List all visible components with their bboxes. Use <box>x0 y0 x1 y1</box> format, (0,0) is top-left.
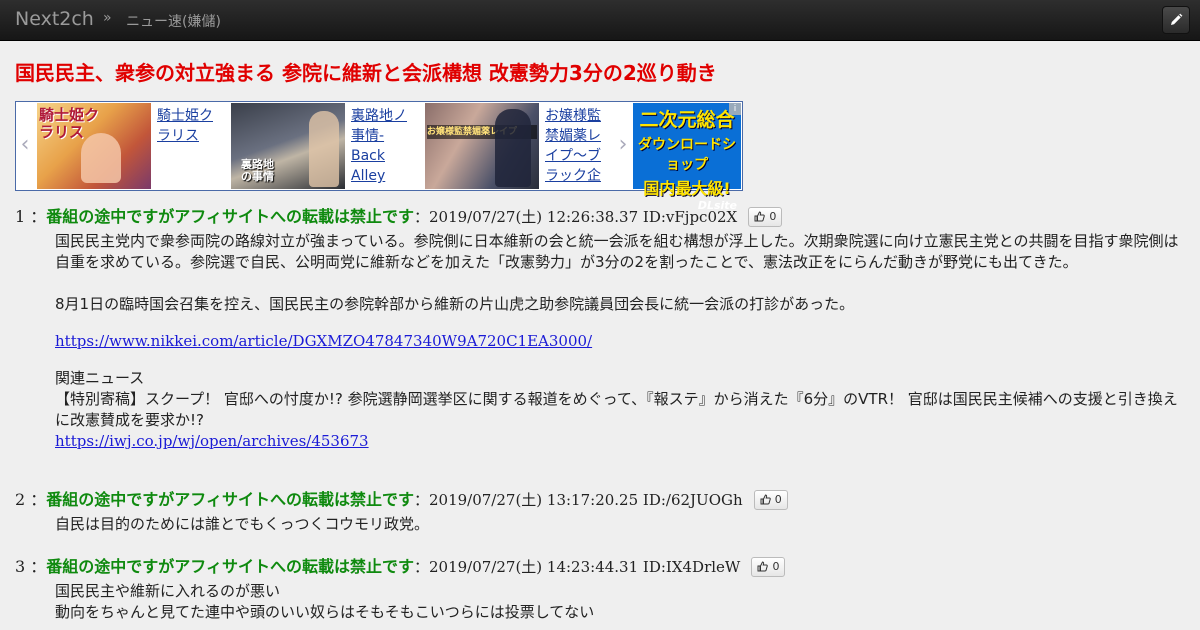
post-author: 番組の途中ですがアフィサイトへの転載は禁止です <box>46 207 414 226</box>
ad-thumbnail-2[interactable]: 裏路地の事情 <box>231 103 345 189</box>
chevron-right-icon[interactable]: › <box>616 132 630 158</box>
source-link[interactable]: https://www.nikkei.com/article/DGXMZO478… <box>55 332 592 350</box>
like-button[interactable]: 0 <box>753 490 788 510</box>
post-header: 1 ：番組の途中ですがアフィサイトへの転載は禁止です：2019/07/27(土)… <box>15 206 783 228</box>
post-author: 番組の途中ですがアフィサイトへの転載は禁止です <box>46 557 414 576</box>
ad-carousel: ‹ 騎士姫クラリス 騎士姫クラリス 裏路地の事情 裏路地ノ事情-Back All… <box>15 101 743 212</box>
dlsite-banner[interactable]: 二次元総合 ダウンロードショップ 国内最大級! DLsite <box>633 103 741 212</box>
related-news-text: 【特別寄稿】スクープ！ 官邸への忖度か!? 参院選静岡選挙区に関する報道をめぐっ… <box>55 390 1178 429</box>
related-news-label: 関連ニュース <box>55 369 145 387</box>
post-header: 3 ：番組の途中ですがアフィサイトへの転載は禁止です：2019/07/27(土)… <box>15 556 786 578</box>
ad-link-2[interactable]: 裏路地ノ事情-Back Alley Tales <box>351 106 415 188</box>
post-paragraph: 8月1日の臨時国会召集を控え、国民民主の参院幹部から維新の片山虎之助参院議員団会… <box>55 295 855 313</box>
post-line: 国民民主や維新に入れるのが悪い <box>55 582 281 600</box>
ad-thumbnail-3[interactable]: お嬢様監禁媚薬レイプ <box>425 103 539 189</box>
edit-button[interactable] <box>1162 6 1190 34</box>
related-link[interactable]: https://iwj.co.jp/wj/open/archives/45367… <box>55 432 369 450</box>
post-number: 1 <box>15 207 26 226</box>
post-paragraph: 国民民主党内で衆参両院の路線対立が強まっている。参院側に日本維新の会と統一会派を… <box>55 232 1179 271</box>
thumbs-up-icon <box>757 561 769 572</box>
like-button[interactable]: 0 <box>751 557 786 577</box>
like-count: 0 <box>774 493 782 506</box>
post-body: 国民民主党内で衆参両院の路線対立が強まっている。参院側に日本維新の会と統一会派を… <box>55 231 1180 452</box>
thumbs-up-icon <box>754 211 766 222</box>
post-header: 2 ：番組の途中ですがアフィサイトへの転載は禁止です：2019/07/27(土)… <box>15 489 788 511</box>
post-body: 国民民主や維新に入れるのが悪い 動向をちゃんと見てた連中や頭のいい奴らはそもそも… <box>55 581 1180 623</box>
banner-line-3: 国内最大級! <box>643 179 731 198</box>
post-meta: ：2019/07/27(土) 14:23:44.31 ID:IX4DrleW <box>413 558 741 576</box>
post-meta: ：2019/07/27(土) 12:26:38.37 ID:vFjpc02X <box>413 208 738 226</box>
adchoices-icon[interactable]: i <box>729 103 741 115</box>
breadcrumb-separator: » <box>103 10 112 26</box>
thread-title: 国民民主、衆参の対立強まる 参院に維新と会派構想 改憲勢力3分の2巡り動き <box>15 61 717 85</box>
like-count: 0 <box>769 210 777 223</box>
ad-thumbnail-1[interactable]: 騎士姫クラリス <box>37 103 151 189</box>
post-colon: ： <box>30 490 47 509</box>
post-number: 2 <box>15 490 26 509</box>
post-number: 3 <box>15 557 26 576</box>
post-colon: ： <box>30 207 47 226</box>
post-body: 自民は目的のためには誰とでもくっつくコウモリ政党。 <box>55 514 1180 535</box>
post-paragraph: 自民は目的のためには誰とでもくっつくコウモリ政党。 <box>55 515 429 533</box>
ad-link-3[interactable]: お嬢様監禁媚薬レイプ～ブラック企 <box>545 106 609 188</box>
chevron-left-icon[interactable]: ‹ <box>18 132 32 158</box>
thumbs-up-icon <box>760 494 771 505</box>
ad-link-1[interactable]: 騎士姫クラリス <box>157 106 221 188</box>
post-author: 番組の途中ですがアフィサイトへの転載は禁止です <box>46 490 414 509</box>
post-meta: ：2019/07/27(土) 13:17:20.25 ID:/62JUOGh <box>413 491 743 509</box>
breadcrumb-board-link[interactable]: ニュー速(嫌儲) <box>126 11 221 31</box>
brand-link[interactable]: Next2ch <box>15 8 94 30</box>
top-navbar: Next2ch » ニュー速(嫌儲) <box>0 0 1200 41</box>
post-colon: ： <box>30 557 47 576</box>
banner-line-2: ダウンロードショップ <box>638 137 736 173</box>
like-button[interactable]: 0 <box>748 207 783 227</box>
post-line: 動向をちゃんと見てた連中や頭のいい奴らはそもそもこいつらには投票してない <box>55 603 595 621</box>
like-count: 0 <box>772 560 780 573</box>
banner-line-1: 二次元総合 <box>639 109 735 131</box>
pencil-icon <box>1171 13 1183 25</box>
ad-thumb-text-2: 裏路地の事情 <box>241 158 274 183</box>
